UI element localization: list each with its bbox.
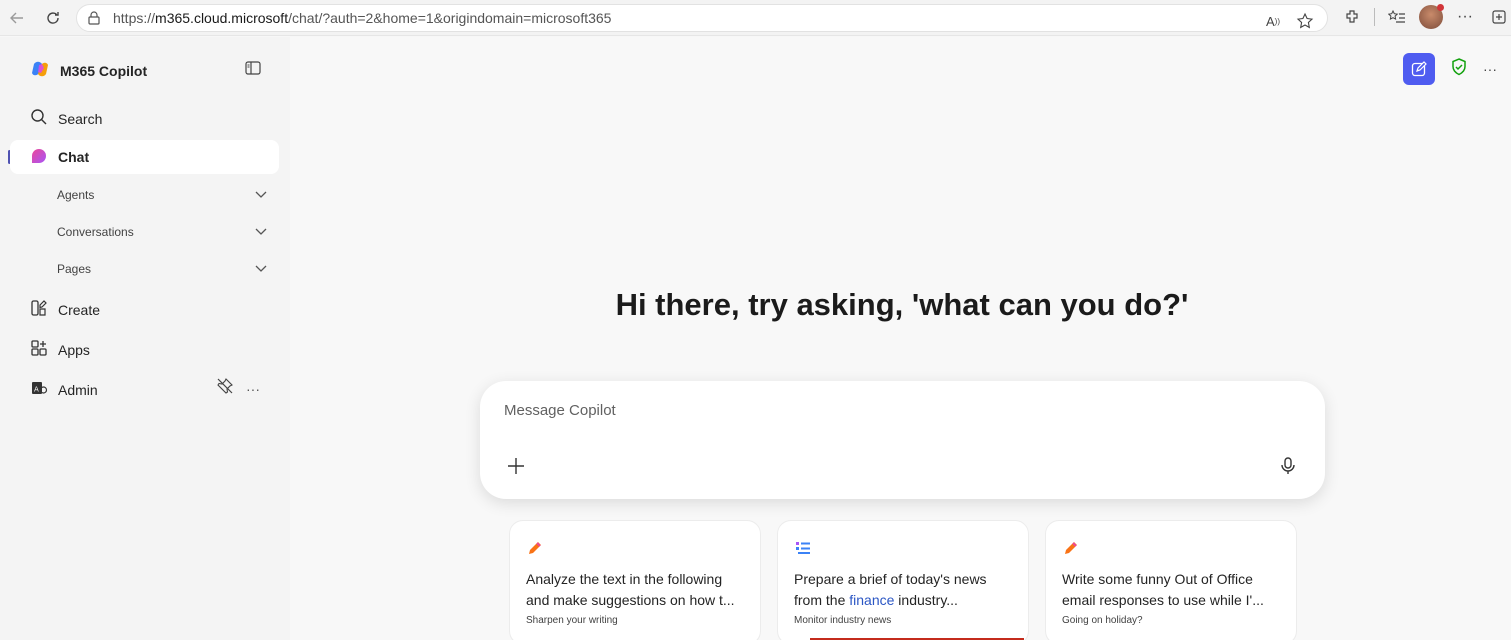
card-text-part: from the — [794, 592, 850, 608]
url-host: m365.cloud.microsoft — [155, 10, 289, 26]
sidebar-item-label: Apps — [58, 341, 90, 358]
extensions-icon[interactable] — [1340, 4, 1364, 30]
sidebar-item-label: Conversations — [57, 225, 134, 239]
collapse-panel-icon[interactable] — [244, 59, 262, 82]
more-icon[interactable]: ··· — [246, 381, 260, 397]
suggestion-card[interactable]: Analyze the text in the following and ma… — [509, 520, 761, 640]
sidebar-item-label: Agents — [57, 188, 95, 202]
copilot-logo-icon — [30, 59, 50, 82]
profile-avatar[interactable] — [1419, 4, 1444, 29]
main-content: ··· Hi there, try asking, 'what can you … — [290, 37, 1511, 640]
card-text-line1: Analyze the text in the following — [526, 571, 723, 587]
list-icon — [794, 539, 1012, 557]
card-text-highlight: finance — [849, 592, 895, 608]
card-text-line2: email responses to use while I'... — [1062, 592, 1264, 608]
favorite-star-icon[interactable] — [1293, 8, 1317, 34]
svg-text:A: A — [34, 386, 39, 394]
sidebar-item-label: Admin — [58, 381, 98, 398]
sidebar-item-label: Search — [58, 110, 103, 127]
admin-icon: A — [30, 379, 48, 400]
shield-check-icon[interactable] — [1449, 57, 1469, 82]
card-text-part: industry... — [894, 592, 958, 608]
card-text-line2: from the finance industry... — [794, 590, 1012, 611]
new-chat-button[interactable] — [1403, 53, 1435, 85]
microphone-icon[interactable] — [1279, 456, 1297, 481]
reload-button[interactable] — [40, 5, 66, 31]
apps-grid-icon — [30, 339, 48, 360]
sidebar-item-chat[interactable]: Chat — [10, 140, 279, 174]
favorites-icon[interactable] — [1385, 4, 1409, 30]
suggestion-cards: Analyze the text in the following and ma… — [509, 520, 1297, 640]
sidebar-add-icon[interactable] — [1487, 4, 1511, 30]
search-icon — [30, 108, 48, 129]
sidebar-item-label: Pages — [57, 262, 92, 276]
chevron-down-icon[interactable] — [255, 188, 267, 202]
sidebar-item-admin[interactable]: A Admin — [30, 379, 98, 400]
card-text-line2: and make suggestions on how t... — [526, 592, 735, 608]
compose-icon — [1411, 61, 1427, 77]
card-tag: Sharpen your writing — [526, 615, 618, 626]
card-text-line1: Write some funny Out of Office — [1062, 571, 1253, 587]
sidebar-item-apps[interactable]: Apps — [30, 339, 90, 360]
toolbar-divider — [1374, 8, 1375, 26]
sidebar-item-search[interactable]: Search — [30, 108, 102, 129]
unpin-icon[interactable] — [216, 377, 234, 400]
add-attachment-icon[interactable] — [506, 456, 526, 481]
greeting-heading: Hi there, try asking, 'what can you do?' — [615, 287, 1189, 322]
brand-name: M365 Copilot — [60, 62, 148, 79]
pencil-icon — [1062, 539, 1280, 557]
chevron-down-icon[interactable] — [255, 225, 267, 239]
message-composer[interactable]: Message Copilot — [480, 381, 1325, 499]
sidebar-item-pages[interactable]: Pages — [57, 262, 267, 276]
card-tag: Going on holiday? — [1062, 615, 1143, 626]
chevron-down-icon[interactable] — [255, 262, 267, 276]
suggestion-card[interactable]: Write some funny Out of Office email res… — [1045, 520, 1297, 640]
sidebar-item-label: Chat — [58, 149, 90, 165]
pencil-icon — [526, 539, 744, 557]
admin-row-actions: ··· — [216, 377, 260, 400]
back-arrow-icon — [10, 12, 23, 24]
message-input[interactable]: Message Copilot — [504, 402, 616, 419]
url-path: /chat/?auth=2&home=1&origindomain=micros… — [288, 10, 612, 26]
top-actions: ··· — [1403, 53, 1497, 85]
address-bar[interactable]: https://m365.cloud.microsoft/chat/?auth=… — [76, 4, 1328, 32]
more-options-icon[interactable]: ··· — [1453, 4, 1477, 30]
sidebar-item-agents[interactable]: Agents — [57, 188, 267, 202]
card-text-line1: Prepare a brief of today's news — [794, 571, 987, 587]
card-tag: Monitor industry news — [794, 615, 892, 626]
sidebar-item-conversations[interactable]: Conversations — [57, 225, 267, 239]
sidebar-item-label: Create — [58, 301, 101, 318]
lock-icon — [87, 10, 103, 26]
app-sidebar: M365 Copilot Search Chat Agents Conversa… — [0, 37, 290, 640]
suggestion-card[interactable]: Prepare a brief of today's news from the… — [777, 520, 1029, 640]
browser-toolbar: https://m365.cloud.microsoft/chat/?auth=… — [0, 0, 1511, 36]
create-icon — [30, 299, 48, 320]
back-button[interactable] — [4, 5, 30, 31]
read-aloud-icon[interactable]: A)) — [1261, 8, 1285, 34]
reload-icon — [47, 12, 59, 24]
chat-bubble-icon — [30, 147, 48, 168]
url-prefix: https:// — [113, 10, 156, 26]
more-options-icon[interactable]: ··· — [1483, 61, 1497, 77]
brand[interactable]: M365 Copilot — [30, 59, 147, 82]
sidebar-item-create[interactable]: Create — [30, 299, 100, 320]
